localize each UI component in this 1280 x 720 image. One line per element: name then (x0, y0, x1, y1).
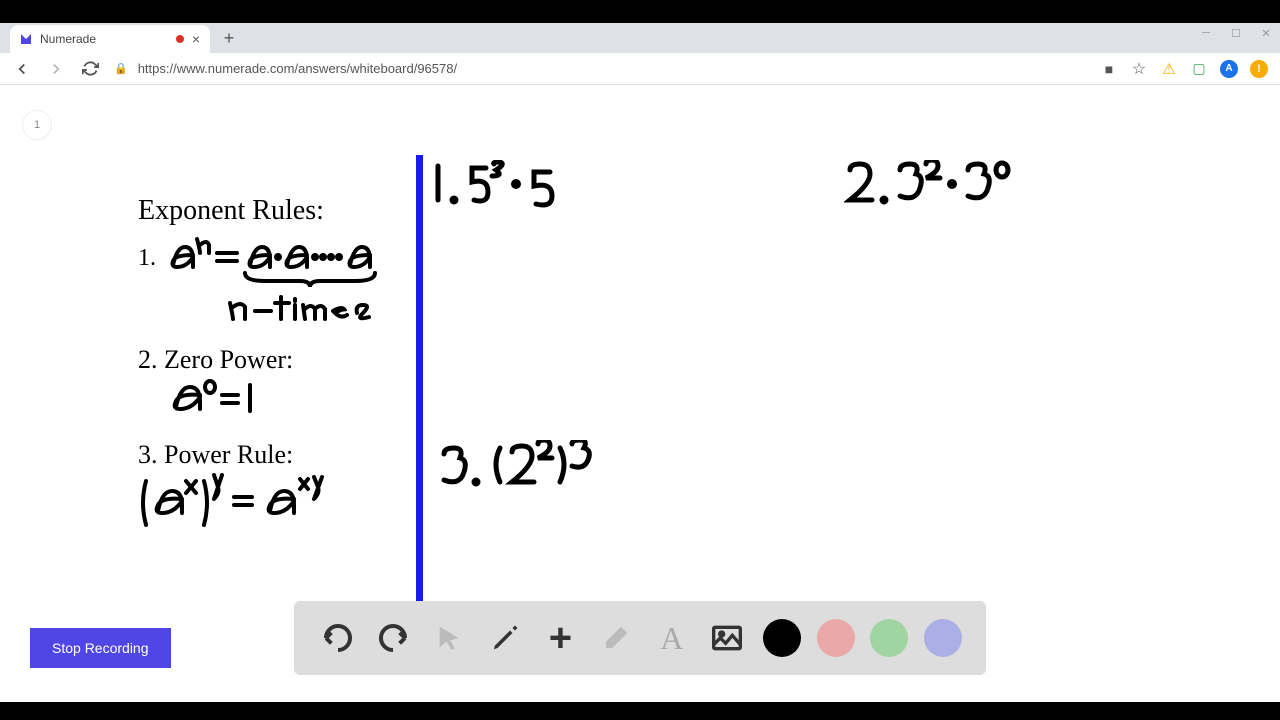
undo-button[interactable] (318, 618, 358, 658)
rule-1-label: 1. (138, 245, 156, 272)
letterbox-bottom (0, 702, 1280, 720)
text-tool-icon[interactable]: A (652, 618, 692, 658)
close-window-icon[interactable]: ✕ (1260, 27, 1272, 39)
url-text: https://www.numerade.com/answers/whitebo… (138, 61, 457, 76)
address-bar: 🔒 https://www.numerade.com/answers/white… (0, 53, 1280, 85)
lock-icon: 🔒 (114, 62, 128, 75)
extension-icons: ■ ☆ ⚠ ▢ A ! (1100, 60, 1268, 78)
whiteboard-toolbar: + A (294, 601, 986, 675)
color-pink[interactable] (817, 619, 855, 657)
whiteboard-canvas[interactable]: Exponent Rules: 1. 2. Zero Power: 3. Pow… (130, 155, 1150, 615)
page-number: 1 (34, 119, 40, 131)
add-tool-icon[interactable]: + (540, 618, 580, 658)
star-icon[interactable]: ☆ (1130, 60, 1148, 78)
maximize-icon[interactable]: ☐ (1230, 27, 1242, 39)
color-black[interactable] (763, 619, 801, 657)
page-number-badge[interactable]: 1 (22, 110, 52, 140)
profile-avatar-icon[interactable]: A (1220, 60, 1238, 78)
back-icon[interactable] (12, 60, 32, 78)
handwriting-rule1 (165, 235, 415, 325)
handwriting-prob2 (844, 160, 1024, 220)
rule-3-label: 3. Power Rule: (138, 440, 293, 470)
pen-tool-icon[interactable] (485, 618, 525, 658)
forward-icon[interactable] (46, 60, 66, 78)
color-blue[interactable] (924, 619, 962, 657)
handwriting-prob3 (438, 440, 608, 500)
tab-title: Numerade (40, 32, 170, 46)
vertical-divider (416, 155, 423, 605)
reload-icon[interactable] (80, 60, 100, 77)
handwriting-prob1 (430, 160, 590, 220)
alert-badge-icon[interactable]: ! (1250, 60, 1268, 78)
numerade-favicon-icon (18, 31, 34, 47)
warning-ext-icon[interactable]: ⚠ (1160, 60, 1178, 78)
page-content: 1 Exponent Rules: 1. 2. Zero Power: 3. P… (0, 85, 1280, 700)
handwriting-rule3 (136, 473, 366, 543)
color-green[interactable] (870, 619, 908, 657)
handwriting-rule2 (168, 377, 288, 417)
rule-2-label: 2. Zero Power: (138, 345, 293, 375)
minimize-icon[interactable]: ─ (1200, 27, 1212, 39)
tab-bar: Numerade × + ─ ☐ ✕ (0, 23, 1280, 53)
pointer-tool-icon[interactable] (429, 618, 469, 658)
eraser-tool-icon[interactable] (596, 618, 636, 658)
browser-tab[interactable]: Numerade × (10, 25, 210, 53)
heading-exponent-rules: Exponent Rules: (138, 195, 324, 227)
camera-ext-icon[interactable]: ■ (1100, 60, 1118, 78)
new-tab-button[interactable]: + (216, 25, 242, 51)
stop-recording-label: Stop Recording (52, 640, 149, 656)
redo-button[interactable] (373, 618, 413, 658)
recording-indicator-icon (176, 35, 184, 43)
letterbox-top (0, 0, 1280, 23)
window-controls: ─ ☐ ✕ (1200, 27, 1272, 39)
image-tool-icon[interactable] (707, 618, 747, 658)
monitor-ext-icon[interactable]: ▢ (1190, 60, 1208, 78)
url-field[interactable]: 🔒 https://www.numerade.com/answers/white… (114, 61, 1086, 76)
close-tab-icon[interactable]: × (190, 31, 202, 47)
stop-recording-button[interactable]: Stop Recording (30, 628, 171, 668)
browser-chrome: Numerade × + ─ ☐ ✕ 🔒 https://www.numerad… (0, 23, 1280, 85)
